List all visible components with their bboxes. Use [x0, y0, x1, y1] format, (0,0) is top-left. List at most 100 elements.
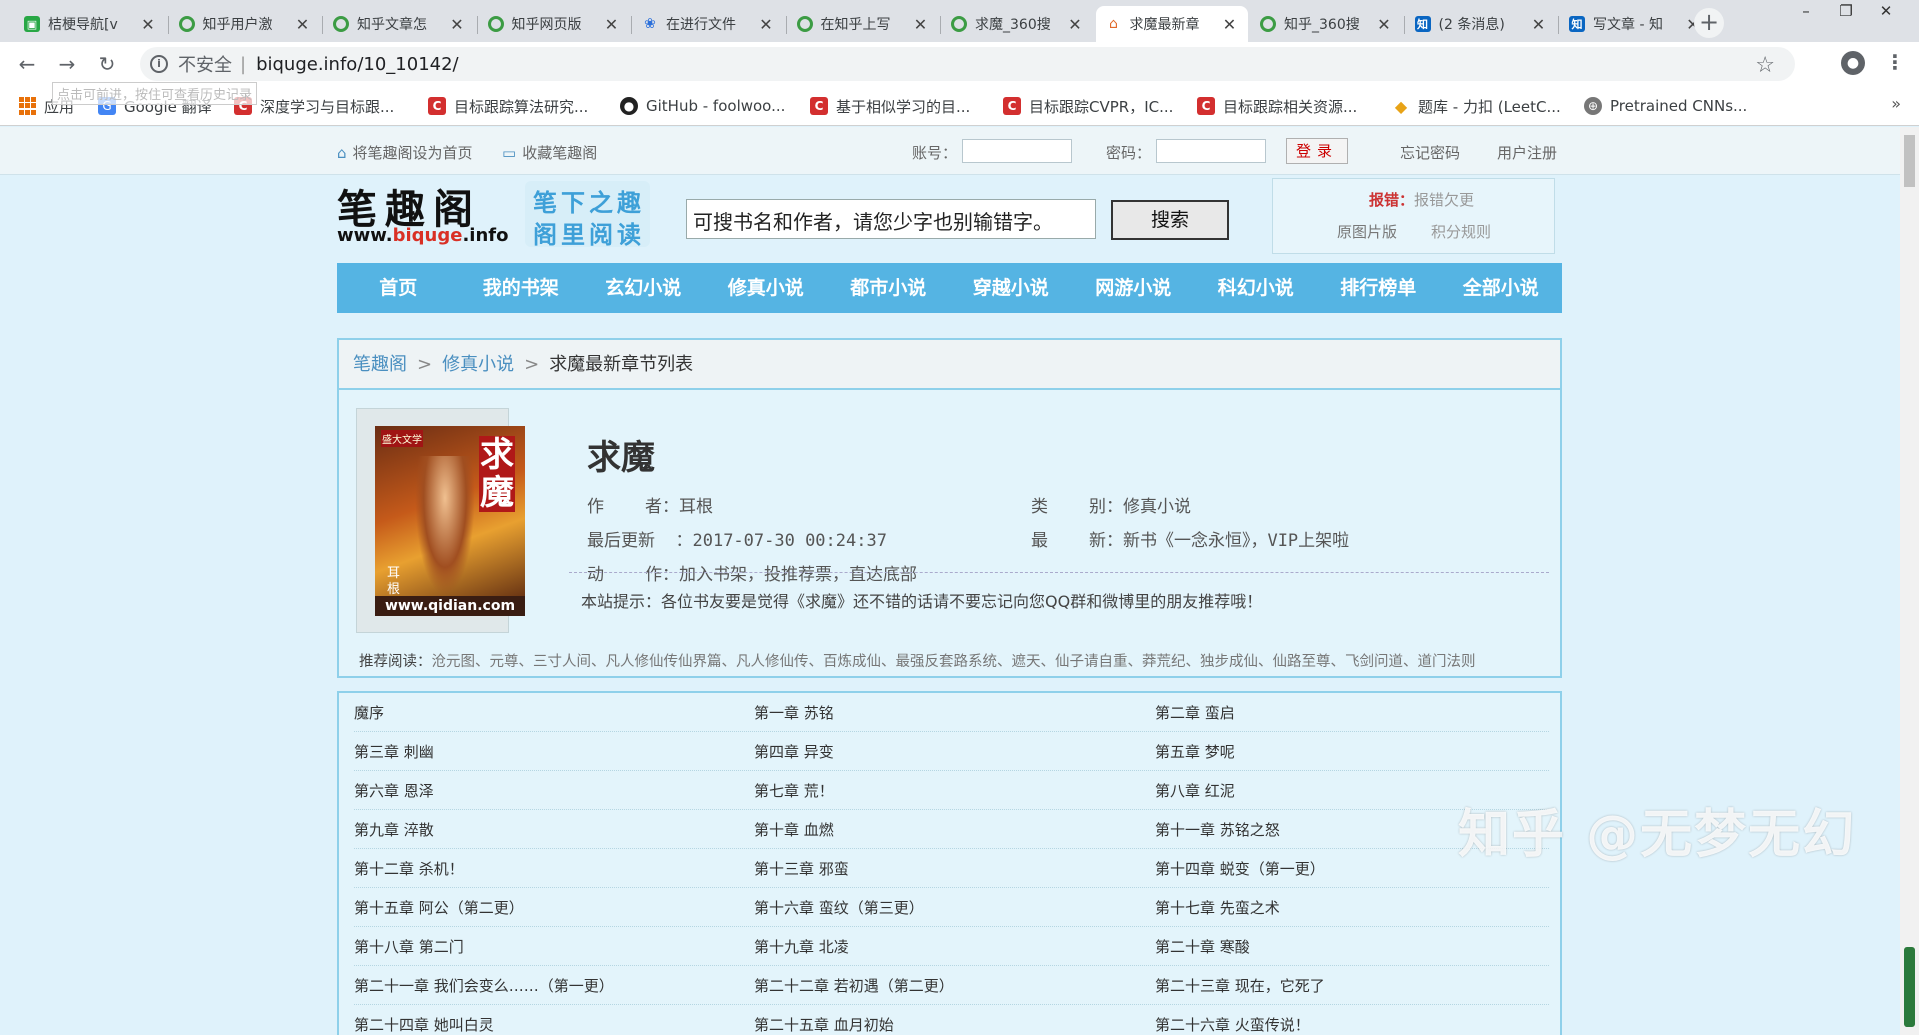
close-tab-icon[interactable]: ✕	[758, 15, 774, 34]
recommend-list[interactable]: 沧元图、元尊、三寸人间、凡人修仙传仙界篇、凡人修仙传、百炼成仙、最强反套路系统、…	[432, 654, 1476, 670]
login-button[interactable]: 登录	[1286, 138, 1348, 164]
chapter-link[interactable]: 第七章 荒！	[754, 780, 834, 801]
original-image-link[interactable]: 原图片版	[1337, 221, 1397, 242]
chapter-link[interactable]: 第二十六章 火蛮传说！	[1155, 1014, 1310, 1035]
bookmark-item[interactable]: C 目标跟踪算法研究...	[428, 94, 588, 118]
close-tab-icon[interactable]: ✕	[1531, 15, 1547, 34]
chapter-list: 魔序 第一章 苏铭 第二章 蛮启第三章 刺幽 第四章 异变 第五章 梦呢第六章 恩泽 第七…	[337, 691, 1562, 1035]
nav-item[interactable]: 穿越小说	[950, 263, 1073, 313]
bookmark-item[interactable]: ⊕ Pretrained CNNs...	[1584, 94, 1747, 118]
chapter-link[interactable]: 第十六章 蛮纹（第三更）	[754, 897, 924, 918]
chapter-link[interactable]: 第十五章 阿公（第二更）	[354, 897, 524, 918]
scrollbar[interactable]	[1900, 127, 1919, 1035]
search-input[interactable]: 可搜书名和作者，请您少字也别输错字。	[686, 199, 1096, 239]
nav-item[interactable]: 我的书架	[460, 263, 583, 313]
site-logo[interactable]: 笔趣阁 www.biquge.info 笔下之趣 阁里阅读	[337, 177, 650, 251]
close-tab-icon[interactable]: ✕	[140, 15, 156, 34]
register-link[interactable]: 用户注册	[1497, 142, 1557, 163]
account-input[interactable]	[962, 139, 1072, 163]
chapter-link[interactable]: 第二章 蛮启	[1155, 702, 1235, 723]
browser-tab[interactable]: 求魔_360搜 ✕	[941, 6, 1093, 42]
forward-icon[interactable]: →	[54, 51, 80, 77]
browser-tab[interactable]: ⌂ 求魔最新章 ✕	[1095, 6, 1248, 42]
bookmark-item[interactable]: C 目标跟踪相关资源...	[1197, 94, 1357, 118]
nav-item[interactable]: 都市小说	[827, 263, 950, 313]
set-home-link[interactable]: ⌂ 将笔趣阁设为首页	[337, 142, 473, 163]
chapter-link[interactable]: 第十二章 杀机！	[354, 858, 464, 879]
bookmark-item[interactable]: C 目标跟踪CVPR，IC...	[1003, 94, 1173, 118]
breadcrumb-category[interactable]: 修真小说	[442, 354, 514, 375]
nav-item[interactable]: 网游小说	[1072, 263, 1195, 313]
chapter-link[interactable]: 第十章 血燃	[754, 819, 834, 840]
chapter-link[interactable]: 第二十三章 现在，它死了	[1155, 975, 1325, 996]
points-rules-link[interactable]: 积分规则	[1431, 221, 1491, 242]
chapter-link[interactable]: 第二十章 寒酸	[1155, 936, 1250, 957]
close-tab-icon[interactable]: ✕	[449, 15, 465, 34]
star-icon[interactable]: ☆	[1755, 53, 1775, 78]
browser-tab[interactable]: 知写文章 - 知 ✕	[1559, 6, 1711, 42]
search-button[interactable]: 搜索	[1111, 200, 1229, 240]
scrollbar-thumb[interactable]	[1904, 135, 1915, 187]
bookmark-item[interactable]: C 深度学习与目标跟...	[234, 94, 394, 118]
forgot-password-link[interactable]: 忘记密码	[1400, 142, 1460, 163]
browser-tab[interactable]: 知乎用户激 ✕	[169, 6, 321, 42]
chapter-link[interactable]: 第十八章 第二门	[354, 936, 464, 957]
browser-tab[interactable]: ▣ 桔梗导航[v ✕	[14, 6, 166, 42]
chapter-link[interactable]: 第九章 淬散	[354, 819, 434, 840]
browser-tab[interactable]: 知乎网页版 ✕	[478, 6, 630, 42]
bookmark-item[interactable]: ● GitHub - foolwoo...	[620, 94, 785, 118]
nav-item[interactable]: 排行榜单	[1317, 263, 1440, 313]
nav-item[interactable]: 首页	[337, 263, 460, 313]
close-tab-icon[interactable]: ✕	[604, 15, 620, 34]
chapter-link[interactable]: 第十七章 先蛮之术	[1155, 897, 1280, 918]
chapter-link[interactable]: 第六章 恩泽	[354, 780, 434, 801]
close-tab-icon[interactable]: ✕	[1222, 15, 1238, 34]
chapter-link[interactable]: 第三章 刺幽	[354, 741, 434, 762]
new-tab-button[interactable]: +	[1694, 8, 1724, 38]
latest-row[interactable]: 最 新：新书《一念永恒》，VIP上架啦	[1031, 526, 1349, 551]
browser-tab[interactable]: ❀ 在进行文件 ✕	[632, 6, 784, 42]
bookmark-item[interactable]: ◆ 题库 - 力扣 (LeetC...	[1392, 94, 1561, 118]
report-link[interactable]: 报错：报错欠更	[1369, 189, 1474, 210]
bookmark-item[interactable]: C 基于相似学习的目...	[810, 94, 970, 118]
close-tab-icon[interactable]: ✕	[1067, 15, 1083, 34]
info-icon[interactable]: i	[150, 55, 168, 73]
password-input[interactable]	[1156, 139, 1266, 163]
chapter-link[interactable]: 第十三章 邪蛮	[754, 858, 849, 879]
chapter-link[interactable]: 第十四章 蜕变（第一更）	[1155, 858, 1325, 879]
close-tab-icon[interactable]: ✕	[913, 15, 929, 34]
close-tab-icon[interactable]: ✕	[1376, 15, 1392, 34]
browser-tab[interactable]: 知乎_360搜 ✕	[1250, 6, 1402, 42]
breadcrumb-home[interactable]: 笔趣阁	[353, 354, 407, 375]
close-tab-icon[interactable]: ✕	[295, 15, 311, 34]
chapter-link[interactable]: 魔序	[354, 702, 384, 723]
bookmarks-more-icon[interactable]: »	[1891, 94, 1901, 113]
chapter-link[interactable]: 第十一章 苏铭之怒	[1155, 819, 1280, 840]
chapter-link[interactable]: 第二十五章 血月初始	[754, 1014, 894, 1035]
restore-icon[interactable]: ❐	[1826, 0, 1866, 24]
nav-item[interactable]: 修真小说	[705, 263, 828, 313]
browser-tab[interactable]: 知乎文章怎 ✕	[323, 6, 475, 42]
chapter-link[interactable]: 第五章 梦呢	[1155, 741, 1235, 762]
nav-item[interactable]: 科幻小说	[1195, 263, 1318, 313]
updated-value: 2017-07-30 00:24:37	[692, 531, 887, 551]
nav-item[interactable]: 玄幻小说	[582, 263, 705, 313]
address-bar[interactable]: i 不安全 | biquge.info/10_10142/ ☆	[140, 47, 1795, 81]
reload-icon[interactable]: ↻	[94, 51, 120, 77]
profile-icon[interactable]: ●	[1841, 51, 1865, 75]
chapter-link[interactable]: 第二十一章 我们会变么……（第一更）	[354, 975, 614, 996]
menu-icon[interactable]: ⋮	[1885, 50, 1905, 74]
chapter-link[interactable]: 第十九章 北凌	[754, 936, 849, 957]
chapter-link[interactable]: 第二十二章 若初遇（第二更）	[754, 975, 954, 996]
back-icon[interactable]: ←	[14, 51, 40, 77]
chapter-link[interactable]: 第四章 异变	[754, 741, 834, 762]
browser-tab[interactable]: 知 (2 条消息) ✕	[1405, 6, 1557, 42]
chapter-link[interactable]: 第八章 红泥	[1155, 780, 1235, 801]
chapter-link[interactable]: 第二十四章 她叫白灵	[354, 1014, 494, 1035]
close-window-icon[interactable]: ✕	[1866, 0, 1906, 24]
browser-tab[interactable]: 在知乎上写 ✕	[787, 6, 939, 42]
chapter-link[interactable]: 第一章 苏铭	[754, 702, 834, 723]
favorite-link[interactable]: ▭ 收藏笔趣阁	[502, 142, 597, 163]
minimize-icon[interactable]: –	[1786, 0, 1826, 24]
nav-item[interactable]: 全部小说	[1440, 263, 1563, 313]
